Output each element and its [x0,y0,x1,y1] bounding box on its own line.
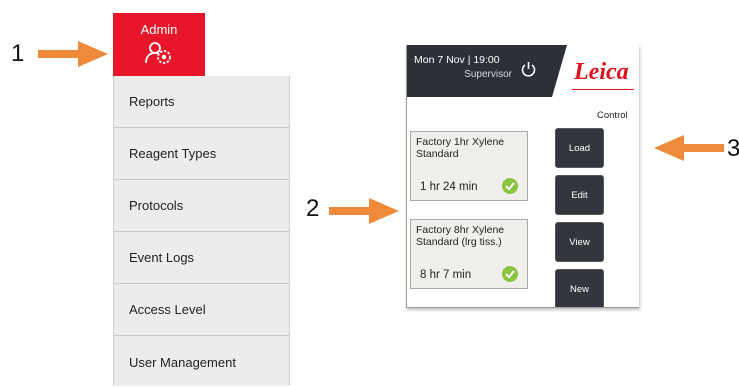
admin-label: Admin [140,22,178,37]
status-bar: Mon 7 Nov | 19:00 Supervisor [407,45,567,97]
protocol-screen-panel: Mon 7 Nov | 19:00 Supervisor Leica Contr… [406,45,639,308]
menu-item-event-logs[interactable]: Event Logs [114,232,289,284]
user-role-label: Supervisor [464,69,512,80]
arrow-right-icon [329,198,399,224]
protocol-card[interactable]: Factory 1hr Xylene Standard 1 hr 24 min [410,131,528,201]
new-button[interactable]: New [555,269,604,307]
menu-item-user-management[interactable]: User Management [114,336,289,388]
callout-number-1: 1 [11,40,25,67]
callout-number-2: 2 [306,195,320,222]
protocol-name: Factory 1hr Xylene Standard [416,136,505,160]
control-label: Control [597,110,628,121]
menu-item-access-level[interactable]: Access Level [114,284,289,336]
datetime-label: Mon 7 Nov | 19:00 [414,54,500,66]
admin-gear-icon [145,42,171,64]
protocol-card[interactable]: Factory 8hr Xylene Standard (lrg tiss.) … [410,219,528,289]
edit-button[interactable]: Edit [555,175,604,215]
protocol-name: Factory 8hr Xylene Standard (lrg tiss.) [416,224,505,248]
leica-logo: Leica [574,59,629,85]
view-button[interactable]: View [555,222,604,262]
admin-menu: Reports Reagent Types Protocols Event Lo… [113,76,290,386]
menu-item-protocols[interactable]: Protocols [114,180,289,232]
menu-item-reports[interactable]: Reports [114,76,289,128]
check-icon [502,178,518,194]
menu-item-reagent-types[interactable]: Reagent Types [114,128,289,180]
arrow-left-icon [654,135,724,161]
arrow-right-icon [38,41,108,67]
check-icon [502,266,518,282]
callout-number-3: 3 [727,135,739,162]
power-icon[interactable] [520,61,537,78]
protocol-duration: 8 hr 7 min [420,269,472,281]
admin-button[interactable]: Admin [113,13,205,76]
load-button[interactable]: Load [555,128,604,168]
protocol-duration: 1 hr 24 min [420,181,478,193]
